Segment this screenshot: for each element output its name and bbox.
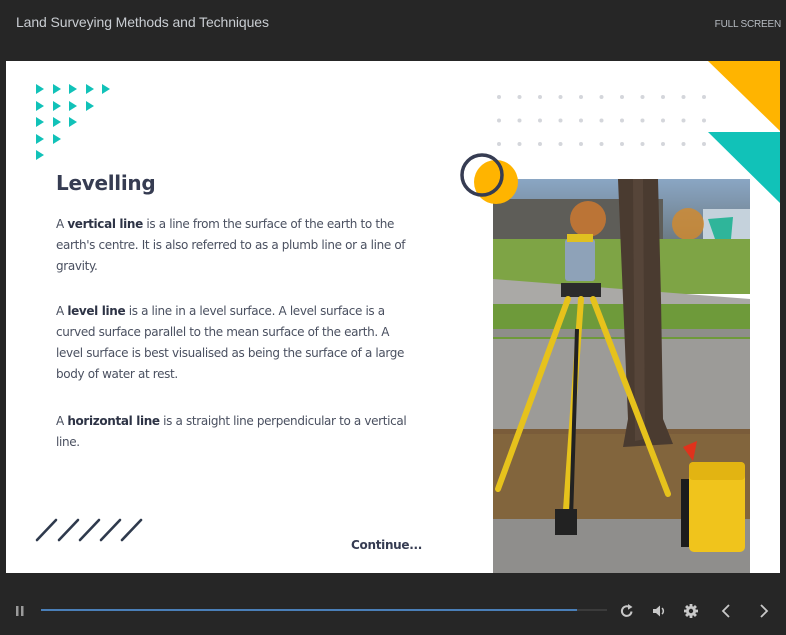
triangle-marker bbox=[102, 84, 110, 94]
para-prefix: A bbox=[56, 304, 68, 318]
grid-dot bbox=[538, 118, 542, 123]
term-vertical-line: vertical line bbox=[67, 217, 143, 231]
grid-dot bbox=[681, 95, 686, 99]
grid-dot bbox=[640, 142, 645, 146]
slide-heading: Levelling bbox=[56, 171, 156, 195]
grid-dot bbox=[681, 118, 686, 123]
progress-bar[interactable] bbox=[41, 609, 607, 611]
grid-dot bbox=[661, 118, 665, 123]
triangle-marker bbox=[85, 100, 94, 111]
player-controls bbox=[0, 573, 786, 635]
grid-dot bbox=[517, 95, 522, 99]
triangle-marker bbox=[36, 117, 44, 127]
fullscreen-button[interactable]: FULL SCREEN bbox=[715, 19, 782, 30]
grid-dot bbox=[497, 142, 501, 146]
grid-dot bbox=[579, 95, 583, 99]
grid-dot bbox=[599, 95, 604, 99]
triangle-marker bbox=[52, 84, 61, 94]
settings-icon[interactable] bbox=[683, 603, 699, 619]
progress-bar-fill bbox=[41, 609, 577, 611]
triangle-marker bbox=[52, 133, 61, 144]
grid-dot bbox=[579, 142, 583, 146]
yellow-circle bbox=[474, 160, 518, 204]
term-horizontal-line: horizontal line bbox=[67, 414, 160, 428]
grid-dot bbox=[558, 118, 563, 123]
triangle-marker bbox=[69, 100, 77, 111]
grid-dot bbox=[497, 95, 501, 99]
triangle-marker bbox=[36, 150, 44, 160]
volume-icon[interactable] bbox=[651, 603, 667, 619]
paragraph-horizontal-line: A horizontal line is a straight line per… bbox=[56, 411, 416, 453]
triangle-marker bbox=[36, 133, 44, 144]
course-title: Land Surveying Methods and Techniques bbox=[16, 14, 269, 30]
grid-dot bbox=[620, 118, 624, 123]
slide-canvas: Levelling A vertical line is a line from… bbox=[6, 61, 780, 573]
term-level-line: level line bbox=[67, 304, 126, 318]
grid-dot bbox=[702, 118, 706, 123]
grid-dot bbox=[558, 95, 563, 99]
circle-decoration bbox=[460, 153, 518, 204]
surveying-instrument-photo bbox=[493, 179, 750, 573]
paragraph-level-line: A level line is a line in a level surfac… bbox=[56, 301, 416, 385]
grid-dot bbox=[599, 142, 604, 146]
grid-dot bbox=[702, 95, 706, 99]
grid-dot bbox=[497, 118, 501, 123]
grid-dot bbox=[517, 142, 522, 146]
pause-icon[interactable] bbox=[14, 604, 26, 618]
grid-dot bbox=[702, 142, 706, 146]
continue-link[interactable]: Continue... bbox=[351, 538, 422, 552]
paragraph-vertical-line: A vertical line is a line from the surfa… bbox=[56, 214, 416, 277]
grid-dot bbox=[599, 118, 604, 123]
triangle-marker bbox=[52, 100, 61, 111]
triangle-marker bbox=[85, 84, 94, 94]
grid-dot bbox=[620, 142, 624, 146]
grid-dot bbox=[681, 142, 686, 146]
grid-dot bbox=[538, 95, 542, 99]
grid-dot bbox=[640, 118, 645, 123]
next-slide-icon[interactable] bbox=[757, 603, 771, 619]
triangle-marker bbox=[36, 100, 44, 111]
grid-dot bbox=[661, 142, 665, 146]
dot-grid-decoration bbox=[497, 95, 706, 146]
slash-lines-decoration bbox=[35, 518, 143, 542]
grid-dot bbox=[538, 142, 542, 146]
yellow-triangle bbox=[708, 61, 780, 131]
triangle-marker bbox=[69, 117, 77, 127]
grid-dot bbox=[579, 118, 583, 123]
prev-slide-icon[interactable] bbox=[719, 603, 733, 619]
grid-dot bbox=[640, 95, 645, 99]
replay-icon[interactable] bbox=[619, 603, 635, 619]
triangle-marker bbox=[69, 84, 77, 94]
top-bar: Land Surveying Methods and Techniques FU… bbox=[0, 0, 786, 61]
grid-dot bbox=[661, 95, 665, 99]
grid-dot bbox=[620, 95, 624, 99]
para-prefix: A bbox=[56, 217, 68, 231]
para-prefix: A bbox=[56, 414, 68, 428]
triangle-marker bbox=[36, 84, 44, 94]
grid-dot bbox=[558, 142, 563, 146]
grid-dot bbox=[517, 118, 522, 123]
triangle-marker bbox=[52, 117, 61, 127]
